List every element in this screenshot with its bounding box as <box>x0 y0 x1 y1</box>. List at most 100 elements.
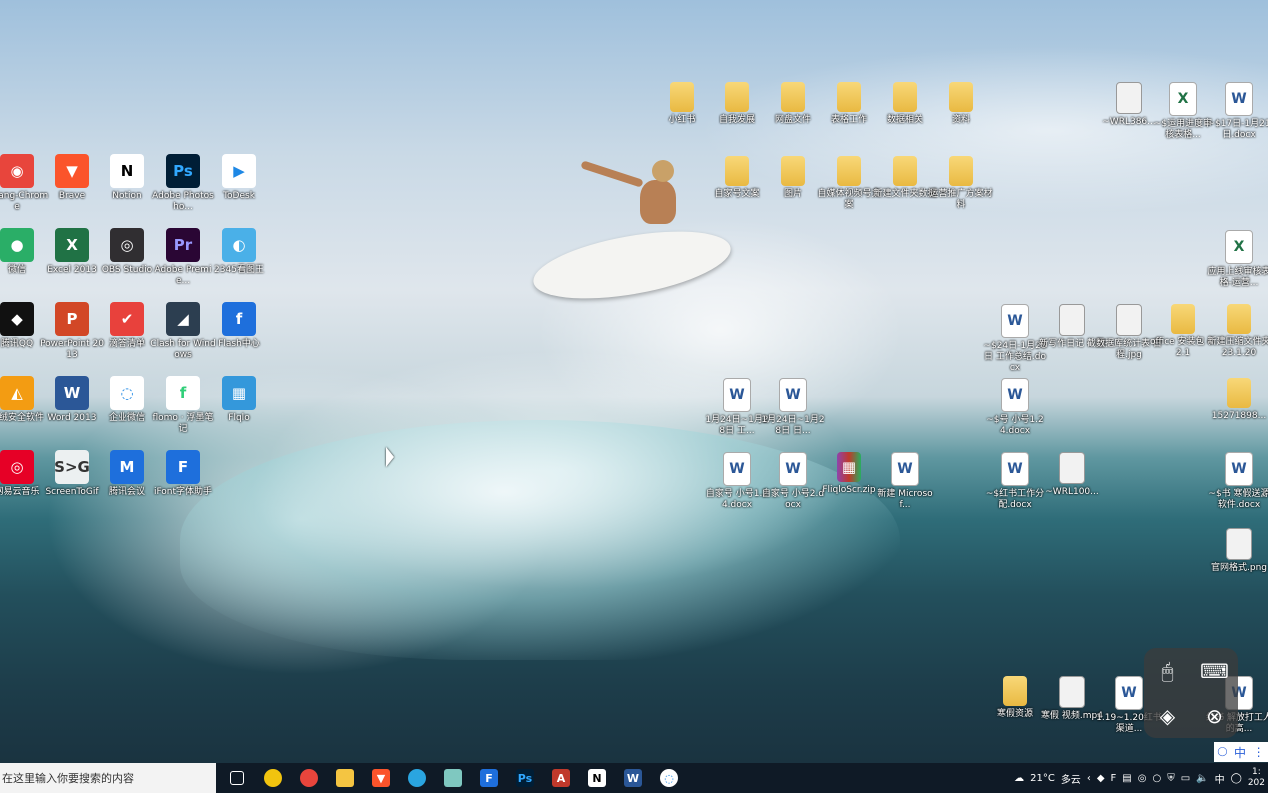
desktop-icon[interactable]: ▶ ToDesk <box>208 154 270 202</box>
desktop-file[interactable]: W ~$红书工作分配.docx <box>984 452 1046 511</box>
desktop-file[interactable]: office 安装包 4.2.1 <box>1150 304 1216 359</box>
desktop-file[interactable]: 15271898... <box>1208 378 1268 422</box>
taskbar-word[interactable]: W <box>618 763 648 793</box>
desktop-file[interactable]: 运营推广方案材料 <box>929 156 993 211</box>
desktop-file[interactable]: W 自家号 小号2.docx <box>762 452 824 511</box>
desktop-icon[interactable]: ▦ Flqlo <box>208 376 270 424</box>
app-icon: ▦ <box>222 376 256 410</box>
ime-floating-bar[interactable]: ◯ 中 ⋮ <box>1214 742 1268 762</box>
task-view-button[interactable] <box>222 763 252 793</box>
tray-app-icon[interactable]: ◆ <box>1097 773 1105 784</box>
blank-file-icon <box>1059 304 1085 336</box>
blank-file-icon <box>1059 452 1085 484</box>
desktop-file[interactable]: ▦ FliqloScr.zip <box>818 452 880 496</box>
desktop-file[interactable]: W 1月24日~1月28日 日... <box>761 378 825 437</box>
desktop-file[interactable]: W 自家号 小号1.24.docx <box>706 452 768 511</box>
desktop-file[interactable]: 自家号文案 <box>706 156 768 200</box>
desktop-file[interactable]: 资料 <box>930 82 992 126</box>
desktop-icon-label: 2345看图王 <box>214 265 264 275</box>
desktop-icon[interactable]: f Flash中心 <box>208 302 270 350</box>
tray-chevron-icon[interactable]: ‹ <box>1087 773 1091 784</box>
desktop-file[interactable]: 表格工作 <box>818 82 880 126</box>
taskbar-search[interactable]: 在这里输入你要搜索的内容 <box>0 763 216 793</box>
tray-network-icon[interactable]: ▭ <box>1181 773 1190 784</box>
layers-icon[interactable]: ◈ <box>1160 704 1175 728</box>
taskbar-chrome-alt[interactable] <box>258 763 288 793</box>
tray-security-icon[interactable]: ◎ <box>1138 773 1147 784</box>
tray-circle-icon[interactable]: ○ <box>1152 773 1161 784</box>
desktop-icon[interactable]: Pr Adobe Premie... <box>152 228 214 287</box>
folder-file-icon <box>1003 676 1027 706</box>
desktop-file[interactable]: 自我发展 <box>706 82 768 126</box>
desktop-icon[interactable]: f flomo · 浮墨笔记 <box>152 376 214 435</box>
desktop-file[interactable]: W ~$17日-1月21日.docx <box>1207 82 1268 141</box>
taskbar-ifont[interactable]: F <box>474 763 504 793</box>
taskbar-edge[interactable] <box>402 763 432 793</box>
desktop-file-label: ~$书 寒假送源软件.docx <box>1208 489 1268 510</box>
desktop-file[interactable]: 新写作日记 截图 <box>1039 304 1105 350</box>
desktop-icon-label: ToDesk <box>223 191 255 201</box>
desktop-icon[interactable]: ◐ 2345看图王 <box>208 228 270 276</box>
desktop-file[interactable]: X ~$运用进度审核表格... <box>1152 82 1214 141</box>
taskbar-chrome[interactable] <box>294 763 324 793</box>
desktop-file[interactable]: 官网格式.png <box>1208 528 1268 574</box>
ifont-icon: F <box>480 769 498 787</box>
tray-ime-logo-icon[interactable]: ◯ <box>1231 773 1242 784</box>
desktop-icon-label: iFont字体助手 <box>153 487 213 497</box>
taskbar-photoshop[interactable]: Ps <box>510 763 540 793</box>
desktop-icon[interactable]: ◎ OBS Studio <box>96 228 158 276</box>
desktop-icon[interactable]: M 腾讯会议 <box>96 450 158 498</box>
desktop-file[interactable]: W ~$书 寒假送源软件.docx <box>1208 452 1268 511</box>
desktop-file[interactable]: 数据相关 <box>874 82 936 126</box>
clock[interactable]: 1: 202 <box>1248 767 1265 789</box>
tray-ifont-icon[interactable]: F <box>1111 773 1117 784</box>
tray-folder-icon[interactable]: ▤ <box>1122 773 1131 784</box>
desktop-icon[interactable]: P PowerPoint 2013 <box>40 302 104 361</box>
desktop-file[interactable]: 新建文件夹数据 <box>873 156 937 200</box>
desktop-file[interactable]: X 应用上线审核表格-运营... <box>1207 230 1268 289</box>
desktop-icon[interactable]: ✔ 滴答清单 <box>96 302 158 350</box>
taskbar-notes[interactable] <box>438 763 468 793</box>
close-icon[interactable]: ⊗ <box>1206 704 1223 728</box>
desktop-file[interactable]: 图片 <box>762 156 824 200</box>
desktop-file[interactable]: W 1月24日~1月28日 工... <box>705 378 769 437</box>
task-view-icon <box>230 771 244 785</box>
ime-more-icon[interactable]: ⋮ <box>1253 745 1265 759</box>
folder-file-icon <box>949 156 973 186</box>
taskbar-wecom[interactable]: ◌ <box>654 763 684 793</box>
desktop-file[interactable]: 自媒体视频号文案 <box>817 156 881 211</box>
desktop-file-label: ~$号 小号1.24.docx <box>986 415 1044 436</box>
desktop-icon[interactable]: ◌ 企业微信 <box>96 376 158 424</box>
desktop-file[interactable]: W ~$号 小号1.24.docx <box>984 378 1046 437</box>
tray-shield-icon[interactable]: ⛨ <box>1167 773 1175 784</box>
desktop-file-label: ~$17日-1月21日.docx <box>1207 119 1268 140</box>
desktop-file[interactable]: 新建压缩文件夹 23.1.20 <box>1207 304 1268 359</box>
desktop-icon[interactable]: ◢ Clash for Windows <box>150 302 216 361</box>
taskbar-notion[interactable]: N <box>582 763 612 793</box>
app-icon: P <box>55 302 89 336</box>
weather-temp[interactable]: 21°C <box>1030 773 1055 784</box>
desktop-file[interactable]: 寒假资源 <box>984 676 1046 720</box>
desktop-icon[interactable]: FiFont字体助手 <box>152 450 214 498</box>
clock-time: 1: <box>1252 767 1261 777</box>
desktop-file[interactable]: 寒假 视频.mp4 <box>1041 676 1103 722</box>
desktop-file[interactable]: ~WRL100... <box>1041 452 1103 498</box>
tray-volume-icon[interactable]: 🔈 <box>1196 773 1208 784</box>
taskbar-brave[interactable]: ▼ <box>366 763 396 793</box>
mouse-icon[interactable]: 🖱 <box>1162 659 1174 683</box>
keyboard-icon[interactable]: ⌨ <box>1200 659 1229 683</box>
taskbar-acrobat[interactable]: A <box>546 763 576 793</box>
desktop-file[interactable]: 网盘文件 <box>762 82 824 126</box>
desktop-icon[interactable]: Ps Adobe Photosho... <box>152 154 214 213</box>
ime-lang[interactable]: 中 <box>1234 744 1246 761</box>
floating-toolbox[interactable]: 🖱 ⌨ ◈ ⊗ <box>1144 648 1238 738</box>
blank-file-icon <box>1226 528 1252 560</box>
desktop-file[interactable]: W 新建 Microsof... <box>874 452 936 511</box>
chrome-icon <box>300 769 318 787</box>
desktop-file[interactable]: W ~$24日-1月28日 工作总结.docx <box>983 304 1047 374</box>
desktop-icon[interactable]: N Notion <box>96 154 158 202</box>
app-icon: Pr <box>166 228 200 262</box>
weather-desc[interactable]: 多云 <box>1061 771 1081 786</box>
taskbar-file-explorer[interactable] <box>330 763 360 793</box>
tray-ime[interactable]: 中 <box>1215 771 1225 786</box>
